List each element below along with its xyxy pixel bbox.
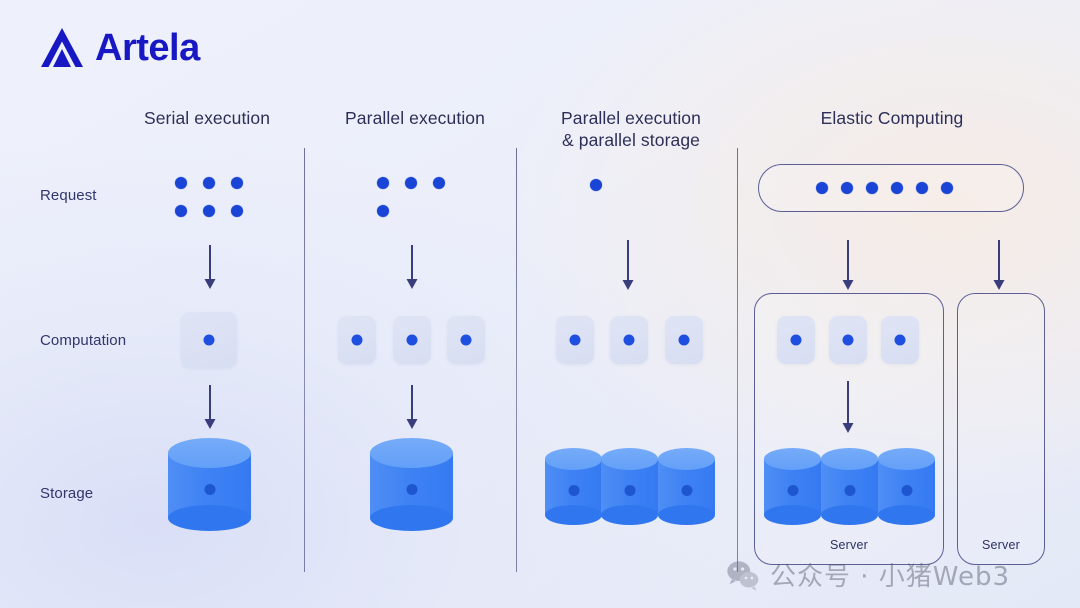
storage-cylinder — [370, 438, 453, 531]
flow-arrow-to-server-2 — [992, 240, 1006, 292]
request-dot — [941, 182, 953, 194]
storage-cylinder — [658, 448, 715, 525]
computation-unit — [447, 316, 485, 364]
flow-arrow-to-server-1 — [841, 240, 855, 292]
request-dot — [816, 182, 828, 194]
request-dot — [841, 182, 853, 194]
computation-unit — [181, 312, 237, 368]
request-dot — [866, 182, 878, 194]
storage-cylinder — [168, 438, 251, 531]
column-divider-3 — [737, 148, 739, 572]
computation-unit — [665, 316, 703, 364]
request-dot — [377, 205, 389, 217]
request-dot — [175, 205, 187, 217]
storage-cylinder — [821, 448, 878, 525]
flow-arrow-request-to-computation — [203, 245, 217, 291]
column-title-parallel-execution-parallel-storage: Parallel execution & parallel storage — [531, 107, 731, 151]
wechat-icon — [727, 560, 759, 591]
flow-arrow-request-to-computation — [621, 240, 635, 292]
request-dot — [231, 177, 243, 189]
column-title-line-1: Parallel execution — [561, 108, 701, 128]
request-dot — [891, 182, 903, 194]
row-label-computation: Computation — [40, 332, 127, 349]
server-label-1: Server — [829, 538, 869, 552]
flow-arrow-request-to-computation — [405, 245, 419, 291]
flow-arrow-computation-to-storage — [841, 381, 855, 435]
artela-triangle-logo-icon — [41, 28, 83, 67]
storage-cylinder — [878, 448, 935, 525]
computation-unit — [777, 316, 815, 364]
brand-name: Artela — [95, 27, 200, 69]
server-container-2 — [957, 293, 1045, 565]
column-title-serial-execution: Serial execution — [143, 108, 271, 128]
request-dot — [405, 177, 417, 189]
row-label-storage: Storage — [40, 485, 94, 502]
column-divider-1 — [304, 148, 306, 572]
request-dot — [203, 205, 215, 217]
row-label-request: Request — [40, 187, 97, 204]
request-dot — [175, 177, 187, 189]
computation-unit — [338, 316, 376, 364]
request-dot — [433, 177, 445, 189]
request-dot — [916, 182, 928, 194]
brand-logo: Artela — [38, 24, 200, 72]
flow-arrow-computation-to-storage — [405, 385, 419, 431]
request-dot — [231, 205, 243, 217]
storage-cylinder — [601, 448, 658, 525]
request-dot — [203, 177, 215, 189]
storage-cylinder — [764, 448, 821, 525]
storage-cylinder — [545, 448, 602, 525]
computation-unit — [556, 316, 594, 364]
column-title-line-2: & parallel storage — [562, 130, 700, 150]
column-divider-2 — [516, 148, 518, 572]
computation-unit — [881, 316, 919, 364]
column-title-elastic-computing: Elastic Computing — [820, 108, 964, 128]
request-dot — [590, 179, 602, 191]
server-label-2: Server — [981, 538, 1021, 552]
request-dot — [377, 177, 389, 189]
computation-unit — [610, 316, 648, 364]
computation-unit — [393, 316, 431, 364]
column-title-parallel-execution: Parallel execution — [345, 108, 485, 128]
computation-unit — [829, 316, 867, 364]
flow-arrow-computation-to-storage — [203, 385, 217, 431]
